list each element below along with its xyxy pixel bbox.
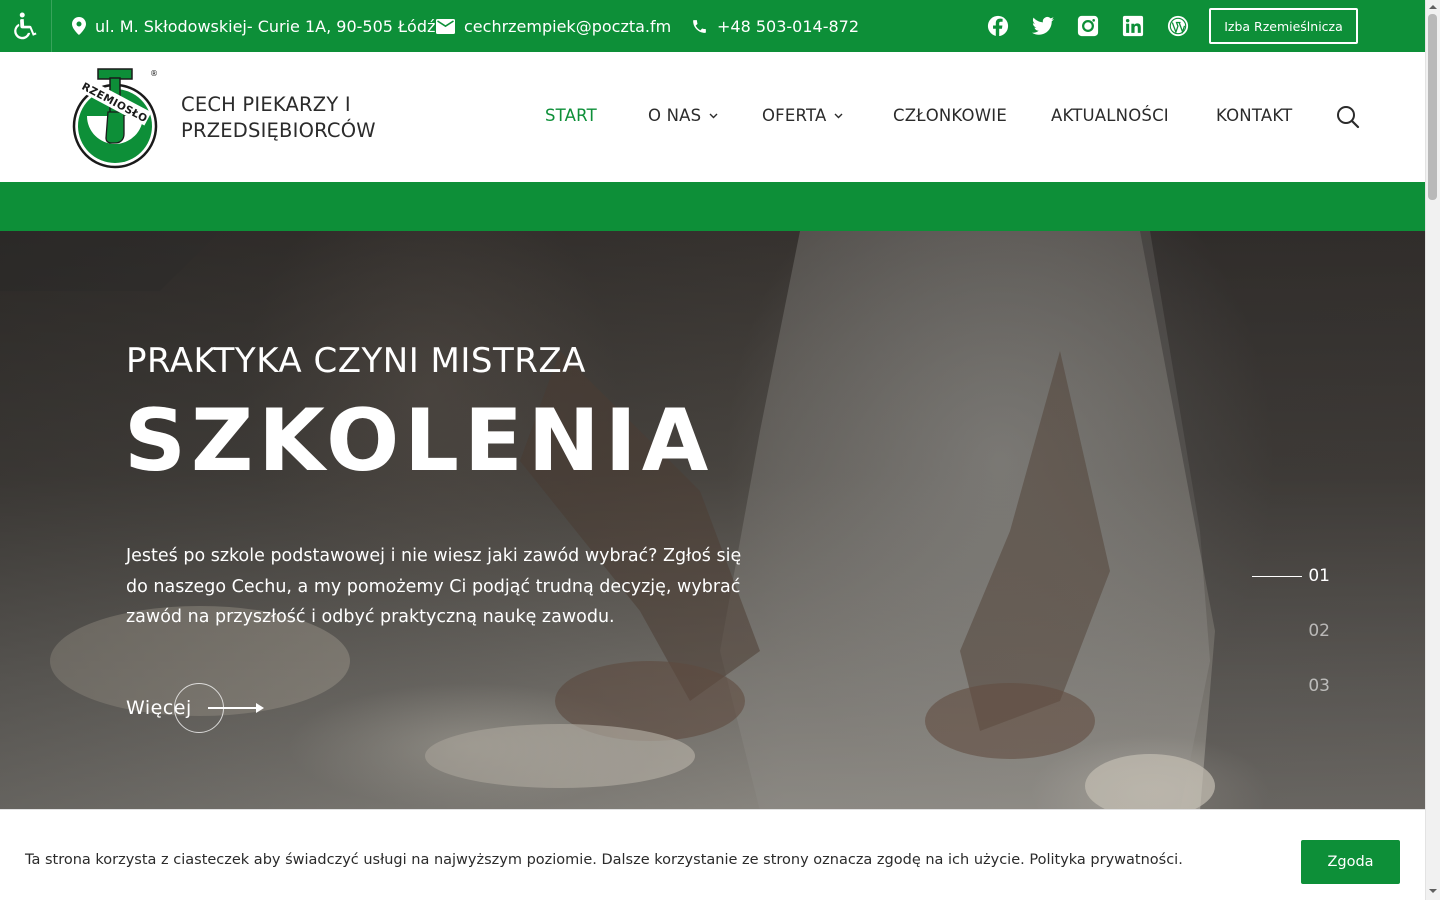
map-pin-icon — [72, 17, 86, 35]
privacy-policy-link[interactable]: Polityka prywatności. — [1029, 852, 1182, 868]
nav-item-label: O NAS — [648, 106, 702, 125]
slide-number: 03 — [1308, 676, 1330, 696]
email-item[interactable]: cechrzempiek@poczta.fm — [436, 0, 671, 52]
hero-subtitle: PRAKTYKA CZYNI MISTRZA — [126, 341, 586, 381]
nav-item-label: AKTUALNOŚCI — [1051, 106, 1169, 125]
chevron-down-icon — [709, 113, 718, 118]
top-bar: ul. M. Skłodowskiej- Curie 1A, 90-505 Łó… — [0, 0, 1425, 52]
mail-icon — [436, 18, 455, 34]
chevron-down-icon — [834, 113, 843, 118]
scrollbar-thumb[interactable] — [1428, 14, 1437, 200]
search-icon[interactable] — [1336, 105, 1360, 129]
nav-item-label: KONTAKT — [1216, 106, 1293, 125]
nav-item-label: CZŁONKOWIE — [893, 106, 1007, 125]
hero-title: SZKOLENIA — [124, 391, 714, 491]
more-button[interactable]: Więcej — [126, 683, 346, 733]
address-item: ul. M. Skłodowskiej- Curie 1A, 90-505 Łó… — [72, 0, 435, 52]
izba-rzemieslnicza-button[interactable]: Izba Rzemieślnicza — [1209, 8, 1358, 44]
slide-dot-01[interactable]: 01 — [1252, 566, 1330, 586]
cookie-banner: Ta strona korzysta z ciasteczek aby świa… — [0, 809, 1425, 900]
active-slide-line — [1252, 575, 1303, 577]
slide-dot-02[interactable]: 02 — [1308, 621, 1330, 641]
slide-number: 02 — [1308, 621, 1330, 641]
more-label: Więcej — [126, 697, 192, 719]
nav-item-start[interactable]: START — [545, 106, 597, 125]
phone-icon — [693, 19, 706, 33]
nav-item-label: START — [545, 106, 597, 125]
nav-item-kontakt[interactable]: KONTAKT — [1216, 106, 1292, 125]
site-header: RZEMIOSŁO ® CECH PIEKARZY I PRZEDSIĘBIOR… — [0, 52, 1425, 182]
facebook-icon[interactable] — [986, 14, 1010, 38]
wordpress-icon[interactable] — [1166, 14, 1190, 38]
address-text: ul. M. Skłodowskiej- Curie 1A, 90-505 Łó… — [95, 16, 436, 36]
cookie-accept-button[interactable]: Zgoda — [1301, 840, 1400, 884]
social-links — [986, 0, 1190, 52]
nav-item-o-nas[interactable]: O NAS — [648, 106, 718, 125]
slide-number: 01 — [1308, 566, 1330, 586]
nav-item-czlonkowie[interactable]: CZŁONKOWIE — [893, 106, 1007, 125]
hero-slider: PRAKTYKA CZYNI MISTRZA SZKOLENIA Jesteś … — [0, 231, 1425, 811]
slide-dot-03[interactable]: 03 — [1308, 676, 1330, 696]
email-link[interactable]: cechrzempiek@poczta.fm — [464, 17, 671, 36]
phone-item[interactable]: +48 503-014-872 — [691, 0, 859, 52]
hero-description: Jesteś po szkole podstawowej i nie wiesz… — [126, 546, 742, 627]
green-band — [0, 182, 1425, 231]
twitter-icon[interactable] — [1031, 14, 1055, 38]
arrow-right-icon — [208, 703, 264, 713]
scroll-up-icon[interactable] — [1429, 3, 1437, 11]
cookie-text: Ta strona korzysta z ciasteczek aby świa… — [25, 852, 1025, 868]
main-navigation: START O NAS OFERTA CZŁONKOWIE AKTUALNOŚC… — [0, 52, 1425, 182]
accessibility-icon[interactable] — [0, 0, 52, 52]
nav-item-oferta[interactable]: OFERTA — [762, 106, 843, 125]
instagram-icon[interactable] — [1076, 14, 1100, 38]
nav-item-aktualnosci[interactable]: AKTUALNOŚCI — [1051, 106, 1169, 125]
phone-link[interactable]: +48 503-014-872 — [717, 17, 859, 36]
scroll-down-icon[interactable] — [1429, 887, 1437, 895]
nav-item-label: OFERTA — [762, 106, 827, 125]
linkedin-icon[interactable] — [1121, 14, 1145, 38]
cookie-message: Ta strona korzysta z ciasteczek aby świa… — [25, 852, 1183, 868]
